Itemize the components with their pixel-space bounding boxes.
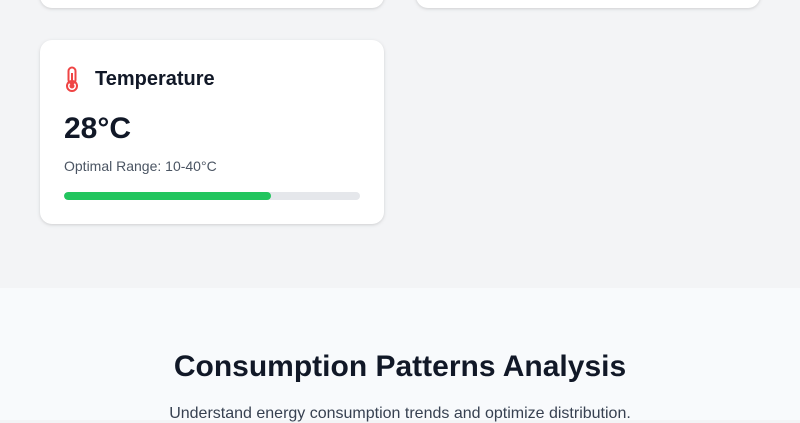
card-header: Temperature [64,66,215,92]
metrics-section: Temperature 28°C Optimal Range: 10-40°C [0,0,800,288]
section-subtitle: Understand energy consumption trends and… [169,405,631,422]
temperature-value: 28°C [64,112,132,145]
card-title: Temperature [95,67,215,90]
temperature-progress-bar [64,192,360,200]
temperature-card: Temperature 28°C Optimal Range: 10-40°C [40,40,384,224]
metric-card [40,0,384,8]
temperature-progress-fill [64,192,272,200]
metric-card [416,0,760,8]
thermometer-icon [64,66,80,92]
optimal-range-label: Optimal Range: 10-40°C [64,158,217,174]
analysis-section: Consumption Patterns Analysis Understand… [0,288,800,422]
section-title: Consumption Patterns Analysis [173,350,627,383]
